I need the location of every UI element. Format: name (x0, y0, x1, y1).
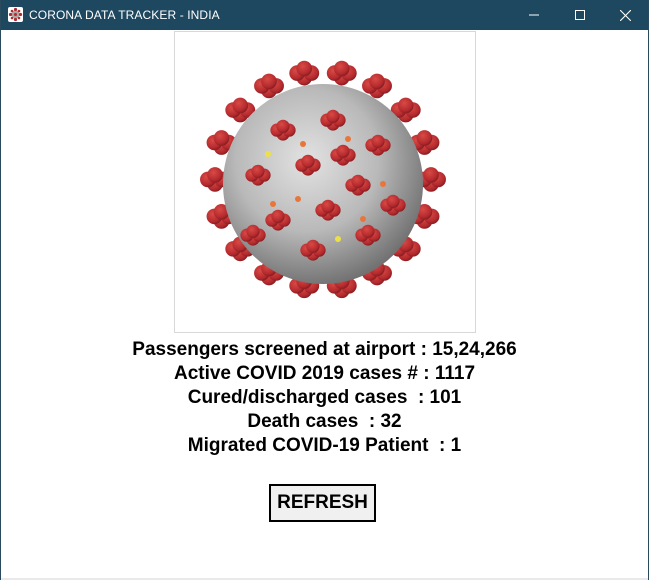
window-title: CORONA DATA TRACKER - INDIA (29, 8, 220, 22)
virus-image (174, 31, 476, 333)
minimize-button[interactable] (511, 0, 557, 30)
title-bar[interactable]: CORONA DATA TRACKER - INDIA (1, 0, 648, 30)
spike-protein-icon (289, 60, 320, 86)
surface-dot-icon (380, 181, 386, 187)
minimize-icon (529, 14, 539, 16)
coronavirus-illustration (200, 60, 446, 299)
surface-dot-icon (345, 136, 351, 142)
close-icon (619, 9, 631, 21)
virus-app-icon (8, 7, 23, 22)
cured-cases-text: Cured/discharged cases : 101 (187, 387, 462, 408)
stats-panel: Passengers screened at airport : 15,24,2… (1, 338, 648, 458)
maximize-icon (575, 10, 585, 20)
spike-protein-icon (326, 60, 357, 86)
surface-dot-icon (335, 236, 341, 242)
death-cases-text: Death cases : 32 (247, 411, 402, 432)
surface-dot-icon (360, 216, 366, 222)
app-window: CORONA DATA TRACKER - INDIA Passengers s… (0, 0, 649, 580)
surface-dot-icon (300, 141, 306, 147)
passengers-screened-text: Passengers screened at airport : 15,24,2… (132, 339, 517, 360)
refresh-button[interactable]: REFRESH (269, 484, 376, 522)
surface-dot-icon (265, 151, 271, 157)
close-button[interactable] (602, 0, 648, 30)
maximize-button[interactable] (557, 0, 603, 30)
active-cases-text: Active COVID 2019 cases # : 1117 (173, 363, 476, 384)
migrated-patient-text: Migrated COVID-19 Patient : 1 (187, 435, 462, 456)
surface-dot-icon (295, 196, 301, 202)
surface-dot-icon (270, 201, 276, 207)
